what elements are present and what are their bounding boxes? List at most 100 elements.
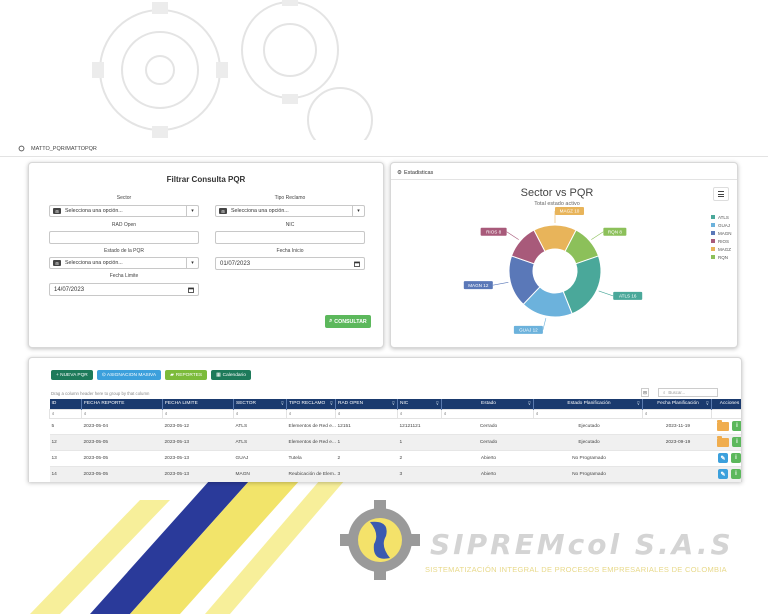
info-button[interactable]: i (731, 453, 741, 463)
filter-cell[interactable]: ⌕ (233, 408, 287, 419)
column-header-label: TIPO RECLAMO (289, 401, 326, 407)
column-header-estado[interactable]: Estado ⊽ (441, 399, 534, 409)
chart-legend: ATLS GUAJ MAGN RIOS MAGZ RQN (711, 213, 732, 261)
edit-button[interactable]: ✎ (718, 453, 728, 463)
group-panel-hint[interactable]: Drag a column header here to group by th… (51, 391, 149, 396)
filter-icon[interactable]: ⊽ (392, 401, 395, 407)
rad-open-input[interactable] (49, 231, 199, 244)
data-label: GUAJ 12 (519, 328, 538, 333)
column-header-fecha-limite[interactable]: FECHA LIMITE (162, 399, 234, 409)
info-button[interactable]: i (732, 421, 741, 431)
folder-icon[interactable] (717, 419, 729, 431)
column-header-estado-planificacion[interactable]: Estado Planificación ⊽ (533, 399, 643, 409)
cell-nic: 2 (397, 450, 442, 467)
filter-icon[interactable]: ⊽ (528, 401, 531, 407)
info-button[interactable]: i (732, 437, 741, 447)
column-header-nic[interactable]: NIC ⊽ (397, 399, 442, 409)
filter-cell[interactable]: ⌕ (81, 408, 163, 419)
cell-acciones: i (711, 418, 741, 435)
edit-button[interactable]: ✎ (718, 469, 728, 479)
search-icon: ⌕ (165, 411, 168, 416)
export-icon[interactable]: ⊟ (641, 388, 649, 397)
sector-select-value: Selecciona una opción... (65, 208, 123, 214)
select-icon: ⊞ (53, 208, 61, 214)
cell-sector: GUAJ (233, 450, 287, 467)
legend-item[interactable]: ATLS (711, 213, 732, 221)
search-icon: ⌕ (338, 411, 341, 416)
fecha-inicio-input[interactable]: 01/07/2023 (215, 257, 365, 270)
table-row[interactable]: 12 2023-05-05 2023-05-13 ATLS Elementos … (49, 434, 741, 451)
column-header-fecha-reporte[interactable]: FECHA REPORTE (81, 399, 163, 409)
calendario-button[interactable]: ▦ Calendario (211, 370, 251, 380)
cell-rad-open: 12151 (335, 418, 398, 435)
legend-label: GUAJ (718, 222, 731, 228)
home-icon[interactable] (18, 145, 25, 152)
legend-item[interactable]: RQN (711, 253, 732, 261)
fecha-limite-value: 14/07/2023 (54, 286, 85, 293)
filter-cell[interactable]: ⌕ (642, 408, 712, 419)
data-label: RQN 8 (608, 229, 622, 234)
table-row[interactable]: 13 2023-05-05 2023-05-13 GUAJ Tutela 2 2… (49, 450, 741, 467)
asignacion-masiva-button[interactable]: ⊙ ASIGNACION MASIVA (96, 370, 162, 380)
legend-item[interactable]: MAGN (711, 229, 732, 237)
grid-search-input[interactable]: ⌕ Buscar... (658, 388, 718, 397)
tipo-reclamo-select[interactable]: ⊞ Selecciona una opción... ▾ (215, 205, 365, 217)
sector-select[interactable]: ⊞ Selecciona una opción... ▾ (49, 205, 199, 217)
column-header-sector[interactable]: SECTOR ⊽ (233, 399, 287, 409)
filter-icon[interactable]: ⊽ (706, 401, 709, 407)
calendar-icon[interactable] (354, 261, 360, 267)
filter-cell[interactable]: ⌕ (162, 408, 234, 419)
column-header-tipo-reclamo[interactable]: TIPO RECLAMO ⊽ (286, 399, 336, 409)
cell-sector: MAGN (233, 466, 287, 482)
filter-icon[interactable]: ⊽ (637, 401, 640, 407)
filter-icon[interactable]: ⊽ (330, 401, 333, 407)
filter-cell[interactable]: ⌕ (533, 408, 643, 419)
legend-item[interactable]: GUAJ (711, 221, 732, 229)
search-icon: ⌕ (645, 411, 648, 416)
stats-panel: ⚙ Estadisticas Sector vs PQR Total estad… (390, 162, 738, 348)
table-row[interactable]: 5 2023-05-04 2023-05-12 ATLS Elementos d… (49, 418, 741, 435)
cell-id: 13 (49, 450, 82, 467)
cell-tipo-reclamo: Elementos de Red e... (286, 418, 336, 435)
cell-fecha-limite: 2023-05-13 (162, 450, 234, 467)
column-header-label: Fecha Planificación (657, 401, 699, 407)
cell-acciones: i (711, 434, 741, 451)
filter-cell[interactable]: ⌕ (397, 408, 442, 419)
reportes-button[interactable]: ▰ REPORTES (165, 370, 208, 380)
column-header-fecha-planificacion[interactable]: Fecha Planificación ⊽ (642, 399, 712, 409)
consultar-button[interactable]: ⌕ CONSULTAR (325, 315, 371, 328)
cell-nic: 3 (397, 466, 442, 482)
filter-cell[interactable]: ⌕ (441, 408, 534, 419)
nic-input[interactable] (215, 231, 365, 244)
filter-icon[interactable]: ⊽ (436, 401, 439, 407)
column-header-label: Acciones (719, 401, 740, 407)
filter-cell[interactable]: ⌕ (286, 408, 336, 419)
table-row[interactable]: 14 2023-05-05 2023-05-13 MAGN Reubicació… (49, 466, 741, 482)
info-button[interactable]: i (731, 469, 741, 479)
folder-icon: ▰ (170, 372, 174, 378)
legend-label: RQN (718, 254, 728, 260)
nueva-pqr-button[interactable]: + NUEVA PQR (51, 370, 93, 380)
fecha-inicio-value: 01/07/2023 (220, 260, 251, 267)
cell-fecha-limite: 2023-05-13 (162, 434, 234, 451)
legend-item[interactable]: RIOS (711, 237, 732, 245)
column-header-id[interactable]: ID (49, 399, 82, 409)
filter-cell[interactable]: ⌕ (335, 408, 398, 419)
reportes-button-label: REPORTES (175, 372, 203, 378)
cell-sector: ATLS (233, 418, 287, 435)
legend-item[interactable]: MAGZ (711, 245, 732, 253)
column-header-rad-open[interactable]: RAD OPEN ⊽ (335, 399, 398, 409)
fecha-limite-input[interactable]: 14/07/2023 (49, 283, 199, 296)
filter-cell[interactable]: ⌕ (49, 408, 82, 419)
data-label: RIOS 8 (486, 229, 502, 234)
folder-icon[interactable] (717, 435, 729, 447)
column-header-label: SECTOR (236, 401, 256, 407)
grid-search-placeholder: Buscar... (668, 390, 686, 395)
column-header-acciones: Acciones (711, 399, 741, 409)
filter-icon[interactable]: ⊽ (281, 401, 284, 407)
estado-pqr-select[interactable]: ⊞ Selecciona una opción... ▾ (49, 257, 199, 269)
search-icon: ⌕ (444, 411, 447, 416)
logo-tagline: SISTEMATIZACIÓN INTEGRAL DE PROCESOS EMP… (425, 565, 727, 574)
calendar-icon[interactable] (188, 287, 194, 293)
search-icon: ⌕ (236, 411, 239, 416)
